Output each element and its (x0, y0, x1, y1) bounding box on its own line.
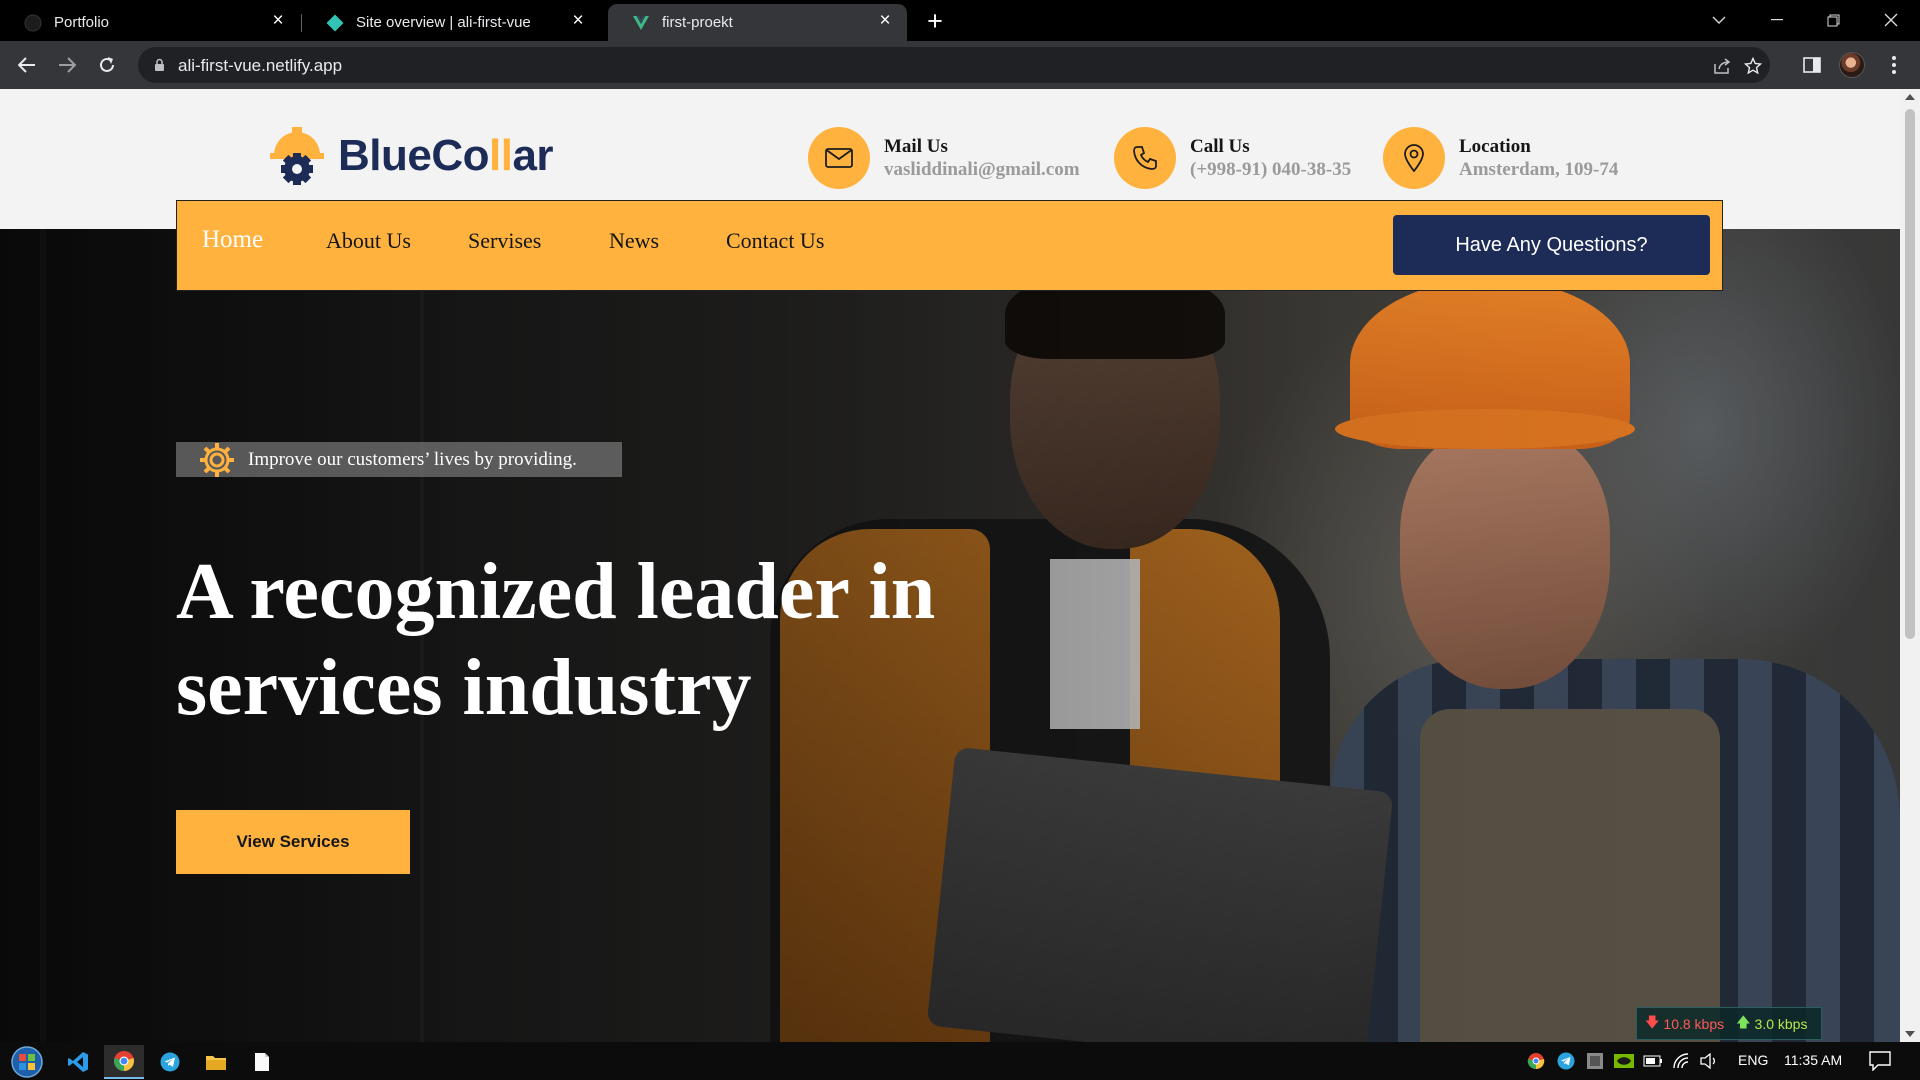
forward-icon[interactable] (53, 51, 81, 79)
kebab-menu-icon[interactable] (1880, 51, 1908, 79)
telegram-icon[interactable] (150, 1045, 190, 1079)
logo-text: BlueCollar (338, 131, 554, 180)
hero-headline-line: services industry (176, 644, 752, 732)
side-panel-icon[interactable] (1798, 51, 1826, 79)
contact-location: Location Amsterdam, 109-74 (1383, 127, 1618, 189)
contact-value[interactable]: (+998-91) 040-38-35 (1190, 158, 1351, 181)
nav-services[interactable]: Servises (468, 228, 541, 254)
download-arrow-icon: 🡇 (1645, 1013, 1660, 1030)
gear-icon (200, 442, 234, 477)
tab-site-overview[interactable]: Site overview | ali-first-vue × (302, 4, 600, 41)
file-explorer-icon[interactable] (196, 1045, 236, 1079)
page-viewport: BlueCollar Mail Us vasliddinali@gmail.co… (0, 89, 1900, 1042)
upload-arrow-icon: 🡅 (1736, 1013, 1751, 1030)
bookmark-star-icon[interactable] (1743, 56, 1763, 76)
netlify-icon (326, 14, 344, 31)
language-indicator[interactable]: ENG (1738, 1052, 1768, 1068)
tab-title: Site overview | ali-first-vue (356, 14, 531, 31)
scroll-up-arrow-icon[interactable] (1905, 94, 1915, 100)
app-tray-icon[interactable] (1585, 1051, 1605, 1071)
contact-label: Mail Us (884, 136, 948, 157)
contact-mail: Mail Us vasliddinali@gmail.com (808, 127, 1080, 189)
close-tab-icon[interactable]: × (270, 11, 286, 30)
contact-value[interactable]: vasliddinali@gmail.com (884, 158, 1080, 181)
network-speed-widget: 🡇 10.8 kbps 🡅 3.0 kbps (1636, 1007, 1822, 1040)
start-button-icon[interactable] (5, 1045, 49, 1079)
location-pin-icon (1383, 127, 1445, 189)
mail-icon (808, 127, 870, 189)
chrome-icon[interactable] (104, 1045, 144, 1079)
upload-speed: 3.0 kbps (1754, 1015, 1808, 1032)
close-window-icon[interactable] (1876, 7, 1906, 33)
tab-first-proekt[interactable]: first-proekt × (608, 4, 907, 41)
tab-title: Portfolio (54, 14, 110, 31)
back-icon[interactable] (13, 51, 41, 79)
hero-tagline: Improve our customers’ lives by providin… (176, 442, 622, 477)
phone-icon (1114, 127, 1176, 189)
notepad-icon[interactable] (242, 1045, 282, 1079)
page-scrollbar[interactable] (1900, 89, 1920, 1042)
clock[interactable]: 11:35 AM (1784, 1052, 1842, 1068)
share-icon[interactable] (1712, 56, 1732, 76)
tab-search-chevron-icon[interactable] (1704, 7, 1734, 33)
new-tab-button[interactable]: + (922, 8, 948, 35)
volume-icon[interactable] (1699, 1051, 1719, 1071)
battery-icon[interactable] (1643, 1051, 1663, 1071)
vscode-icon[interactable] (58, 1045, 98, 1079)
url-text: ali-first-vue.netlify.app (178, 56, 343, 75)
hero-headline-line: A recognized leader in (176, 548, 936, 636)
scrollbar-thumb[interactable] (1905, 109, 1915, 639)
nav-contact-us[interactable]: Contact Us (726, 228, 824, 254)
hero-headline: A recognized leader in services industry (176, 544, 1076, 736)
browser-toolbar: ali-first-vue.netlify.app (0, 41, 1920, 89)
main-nav: Home About Us Servises News Contact Us H… (176, 200, 1723, 291)
close-tab-icon[interactable]: × (570, 11, 586, 30)
wifi-icon[interactable] (1672, 1051, 1692, 1071)
telegram-tray-icon[interactable] (1556, 1051, 1576, 1071)
nvidia-tray-icon[interactable] (1614, 1051, 1634, 1071)
notifications-icon[interactable] (1868, 1051, 1892, 1071)
site-logo[interactable]: BlueCollar (268, 125, 554, 187)
lock-icon (155, 58, 164, 71)
nav-news[interactable]: News (609, 228, 659, 254)
browser-tab-bar: Portfolio × Site overview | ali-first-vu… (0, 0, 1920, 41)
address-bar[interactable]: ali-first-vue.netlify.app (138, 47, 1770, 83)
tab-title: first-proekt (662, 14, 733, 31)
minimize-icon[interactable] (1762, 7, 1792, 33)
gear-helmet-logo-icon (270, 127, 324, 185)
restore-icon[interactable] (1818, 7, 1848, 33)
view-services-button[interactable]: View Services (176, 810, 410, 874)
close-tab-icon[interactable]: × (877, 11, 893, 30)
tagline-text: Improve our customers’ lives by providin… (248, 448, 577, 470)
have-questions-button[interactable]: Have Any Questions? (1393, 215, 1710, 275)
chrome-tray-icon[interactable] (1526, 1051, 1546, 1071)
reload-icon[interactable] (93, 51, 121, 79)
scroll-down-arrow-icon[interactable] (1905, 1031, 1915, 1037)
os-taskbar: ENG 11:35 AM (0, 1042, 1920, 1080)
dark-circle-icon (24, 14, 42, 31)
download-speed: 10.8 kbps (1663, 1015, 1725, 1032)
contact-phone: Call Us (+998-91) 040-38-35 (1114, 127, 1351, 189)
contact-label: Location (1459, 136, 1531, 157)
profile-avatar[interactable] (1839, 52, 1865, 78)
vue-icon (633, 15, 649, 30)
tab-portfolio[interactable]: Portfolio × (0, 4, 300, 41)
contact-value: Amsterdam, 109-74 (1459, 159, 1619, 180)
contact-label: Call Us (1190, 136, 1250, 157)
nav-home[interactable]: Home (202, 226, 263, 254)
nav-about-us[interactable]: About Us (326, 228, 411, 254)
